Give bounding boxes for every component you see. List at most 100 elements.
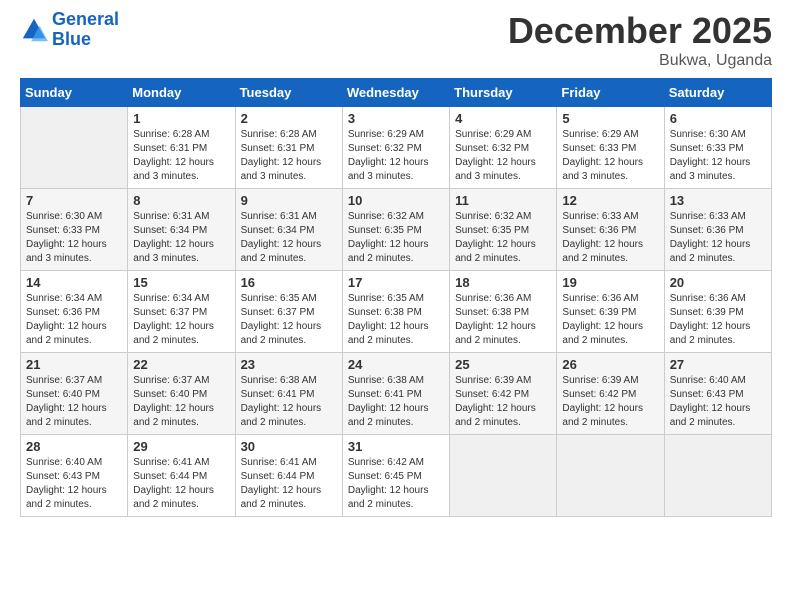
day-number: 15 xyxy=(133,275,229,290)
day-number: 28 xyxy=(26,439,122,454)
day-info: Sunrise: 6:37 AM Sunset: 6:40 PM Dayligh… xyxy=(26,374,122,430)
day-number: 31 xyxy=(348,439,444,454)
weekday-header: Tuesday xyxy=(235,79,342,107)
calendar-cell: 23Sunrise: 6:38 AM Sunset: 6:41 PM Dayli… xyxy=(235,353,342,435)
day-number: 23 xyxy=(241,357,337,372)
day-number: 30 xyxy=(241,439,337,454)
day-number: 27 xyxy=(670,357,766,372)
weekday-header: Sunday xyxy=(21,79,128,107)
calendar-cell: 19Sunrise: 6:36 AM Sunset: 6:39 PM Dayli… xyxy=(557,271,664,353)
calendar-cell: 13Sunrise: 6:33 AM Sunset: 6:36 PM Dayli… xyxy=(664,189,771,271)
day-info: Sunrise: 6:32 AM Sunset: 6:35 PM Dayligh… xyxy=(348,210,444,266)
month-title: December 2025 xyxy=(508,10,772,52)
day-number: 2 xyxy=(241,111,337,126)
calendar-cell: 15Sunrise: 6:34 AM Sunset: 6:37 PM Dayli… xyxy=(128,271,235,353)
logo-icon xyxy=(20,16,48,44)
calendar-cell: 26 Sunrise: 6:39 AM Sunset: 6:42 PM Dayli… xyxy=(557,353,664,435)
day-info: Sunrise: 6:30 AM Sunset: 6:33 PM Dayligh… xyxy=(26,210,122,266)
day-number: 14 xyxy=(26,275,122,290)
day-number: 12 xyxy=(562,193,658,208)
calendar-body: 1 Sunrise: 6:28 AM Sunset: 6:31 PM Daylig… xyxy=(21,107,772,517)
calendar-cell: 3 Sunrise: 6:29 AM Sunset: 6:32 PM Daylig… xyxy=(342,107,449,189)
weekday-header: Thursday xyxy=(450,79,557,107)
day-info: Sunrise: 6:33 AM Sunset: 6:36 PM Dayligh… xyxy=(562,210,658,266)
day-info: Sunrise: 6:40 AM Sunset: 6:43 PM Dayligh… xyxy=(670,374,766,430)
logo-line2: Blue xyxy=(52,29,91,49)
day-info: Sunrise: 6:36 AM Sunset: 6:38 PM Dayligh… xyxy=(455,292,551,348)
calendar-cell xyxy=(21,107,128,189)
day-info: Sunrise: 6:31 AM Sunset: 6:34 PM Dayligh… xyxy=(133,210,229,266)
calendar-cell: 9 Sunrise: 6:31 AM Sunset: 6:34 PM Daylig… xyxy=(235,189,342,271)
location: Bukwa, Uganda xyxy=(508,52,772,70)
calendar-cell xyxy=(557,435,664,517)
day-number: 16 xyxy=(241,275,337,290)
day-number: 25 xyxy=(455,357,551,372)
day-info: Sunrise: 6:29 AM Sunset: 6:33 PM Dayligh… xyxy=(562,128,658,184)
calendar-cell: 7 Sunrise: 6:30 AM Sunset: 6:33 PM Daylig… xyxy=(21,189,128,271)
day-info: Sunrise: 6:31 AM Sunset: 6:34 PM Dayligh… xyxy=(241,210,337,266)
calendar-cell: 16Sunrise: 6:35 AM Sunset: 6:37 PM Dayli… xyxy=(235,271,342,353)
day-number: 24 xyxy=(348,357,444,372)
day-number: 9 xyxy=(241,193,337,208)
day-info: Sunrise: 6:29 AM Sunset: 6:32 PM Dayligh… xyxy=(455,128,551,184)
calendar-cell: 2 Sunrise: 6:28 AM Sunset: 6:31 PM Daylig… xyxy=(235,107,342,189)
calendar-cell: 27 Sunrise: 6:40 AM Sunset: 6:43 PM Dayli… xyxy=(664,353,771,435)
day-info: Sunrise: 6:28 AM Sunset: 6:31 PM Dayligh… xyxy=(241,128,337,184)
page-header: General Blue December 2025 Bukwa, Uganda xyxy=(20,10,772,70)
day-number: 7 xyxy=(26,193,122,208)
day-number: 21 xyxy=(26,357,122,372)
day-info: Sunrise: 6:42 AM Sunset: 6:45 PM Dayligh… xyxy=(348,456,444,512)
calendar-week-row: 7 Sunrise: 6:30 AM Sunset: 6:33 PM Daylig… xyxy=(21,189,772,271)
calendar-cell: 28 Sunrise: 6:40 AM Sunset: 6:43 PM Dayli… xyxy=(21,435,128,517)
calendar-cell: 18Sunrise: 6:36 AM Sunset: 6:38 PM Dayli… xyxy=(450,271,557,353)
weekday-header: Wednesday xyxy=(342,79,449,107)
day-info: Sunrise: 6:32 AM Sunset: 6:35 PM Dayligh… xyxy=(455,210,551,266)
calendar-cell: 25 Sunrise: 6:39 AM Sunset: 6:42 PM Dayli… xyxy=(450,353,557,435)
day-number: 13 xyxy=(670,193,766,208)
day-info: Sunrise: 6:36 AM Sunset: 6:39 PM Dayligh… xyxy=(562,292,658,348)
calendar-cell: 30 Sunrise: 6:41 AM Sunset: 6:44 PM Dayli… xyxy=(235,435,342,517)
day-info: Sunrise: 6:40 AM Sunset: 6:43 PM Dayligh… xyxy=(26,456,122,512)
day-number: 3 xyxy=(348,111,444,126)
weekday-row: SundayMondayTuesdayWednesdayThursdayFrid… xyxy=(21,79,772,107)
day-number: 26 xyxy=(562,357,658,372)
day-number: 6 xyxy=(670,111,766,126)
day-number: 22 xyxy=(133,357,229,372)
day-number: 11 xyxy=(455,193,551,208)
calendar-table: SundayMondayTuesdayWednesdayThursdayFrid… xyxy=(20,78,772,517)
title-block: December 2025 Bukwa, Uganda xyxy=(508,10,772,70)
day-info: Sunrise: 6:30 AM Sunset: 6:33 PM Dayligh… xyxy=(670,128,766,184)
calendar-cell: 6 Sunrise: 6:30 AM Sunset: 6:33 PM Daylig… xyxy=(664,107,771,189)
calendar-cell: 20 Sunrise: 6:36 AM Sunset: 6:39 PM Dayli… xyxy=(664,271,771,353)
weekday-header: Monday xyxy=(128,79,235,107)
calendar-cell xyxy=(664,435,771,517)
day-number: 1 xyxy=(133,111,229,126)
day-info: Sunrise: 6:34 AM Sunset: 6:36 PM Dayligh… xyxy=(26,292,122,348)
day-info: Sunrise: 6:39 AM Sunset: 6:42 PM Dayligh… xyxy=(562,374,658,430)
calendar-header: SundayMondayTuesdayWednesdayThursdayFrid… xyxy=(21,79,772,107)
calendar-cell: 24 Sunrise: 6:38 AM Sunset: 6:41 PM Dayli… xyxy=(342,353,449,435)
calendar-cell xyxy=(450,435,557,517)
day-info: Sunrise: 6:37 AM Sunset: 6:40 PM Dayligh… xyxy=(133,374,229,430)
calendar-week-row: 28 Sunrise: 6:40 AM Sunset: 6:43 PM Dayli… xyxy=(21,435,772,517)
day-number: 4 xyxy=(455,111,551,126)
day-number: 17 xyxy=(348,275,444,290)
calendar-cell: 4 Sunrise: 6:29 AM Sunset: 6:32 PM Daylig… xyxy=(450,107,557,189)
calendar-week-row: 14 Sunrise: 6:34 AM Sunset: 6:36 PM Dayli… xyxy=(21,271,772,353)
day-info: Sunrise: 6:35 AM Sunset: 6:38 PM Dayligh… xyxy=(348,292,444,348)
day-number: 5 xyxy=(562,111,658,126)
day-info: Sunrise: 6:29 AM Sunset: 6:32 PM Dayligh… xyxy=(348,128,444,184)
day-number: 29 xyxy=(133,439,229,454)
day-info: Sunrise: 6:41 AM Sunset: 6:44 PM Dayligh… xyxy=(133,456,229,512)
day-info: Sunrise: 6:39 AM Sunset: 6:42 PM Dayligh… xyxy=(455,374,551,430)
day-info: Sunrise: 6:41 AM Sunset: 6:44 PM Dayligh… xyxy=(241,456,337,512)
calendar-cell: 29 Sunrise: 6:41 AM Sunset: 6:44 PM Dayli… xyxy=(128,435,235,517)
calendar-cell: 11 Sunrise: 6:32 AM Sunset: 6:35 PM Dayli… xyxy=(450,189,557,271)
logo-line1: General xyxy=(52,9,119,29)
day-info: Sunrise: 6:38 AM Sunset: 6:41 PM Dayligh… xyxy=(348,374,444,430)
day-info: Sunrise: 6:36 AM Sunset: 6:39 PM Dayligh… xyxy=(670,292,766,348)
weekday-header: Saturday xyxy=(664,79,771,107)
day-number: 20 xyxy=(670,275,766,290)
weekday-header: Friday xyxy=(557,79,664,107)
calendar-cell: 5 Sunrise: 6:29 AM Sunset: 6:33 PM Daylig… xyxy=(557,107,664,189)
